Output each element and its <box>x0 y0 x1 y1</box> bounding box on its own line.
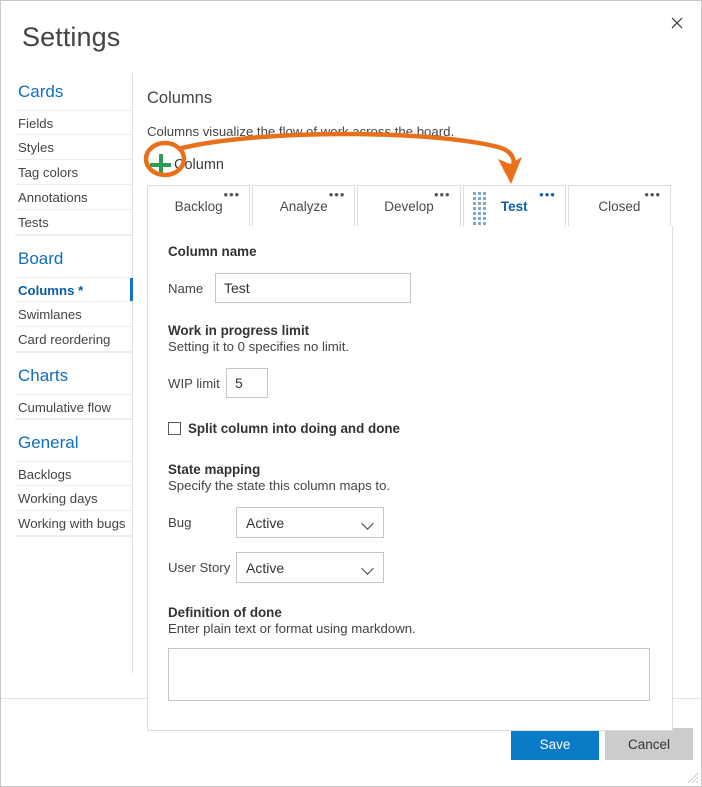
sidebar-group-title: Cards <box>18 82 64 101</box>
close-glyph <box>671 17 683 29</box>
column-tab-develop[interactable]: Develop ••• <box>357 185 461 227</box>
user-story-state-row: User Story Active <box>168 552 652 583</box>
sidebar-item-card-reordering[interactable]: Card reordering <box>15 327 132 352</box>
sidebar-item-working-days[interactable]: Working days <box>15 486 132 511</box>
bug-label: Bug <box>168 515 192 530</box>
wip-limit-subtext: Setting it to 0 specifies no limit. <box>168 339 350 354</box>
column-tab-label: Closed <box>598 198 641 214</box>
column-tab-backlog[interactable]: Backlog ••• <box>147 185 251 227</box>
sidebar-group: Board Columns * Swimlanes Card reordering <box>15 236 133 353</box>
user-story-label: User Story <box>168 560 231 575</box>
column-tab-overflow-menu-icon[interactable]: ••• <box>434 188 451 201</box>
column-settings-panel: Column name Name Work in progress limit … <box>147 226 673 731</box>
dialog-header: Settings <box>1 1 701 71</box>
sidebar-group-title: Charts <box>18 366 69 385</box>
column-tab-overflow-menu-icon[interactable]: ••• <box>224 188 241 201</box>
sidebar-item-styles[interactable]: Styles <box>15 135 132 160</box>
sidebar-item-swimlanes[interactable]: Swimlanes <box>15 302 132 327</box>
column-tab-overflow-menu-icon[interactable]: ••• <box>644 188 661 201</box>
section-description: Columns visualize the flow of work acros… <box>147 124 455 139</box>
settings-sidebar: Cards Fields Styles Tag colors Annotations Te… <box>15 73 133 673</box>
column-tab-label: Analyze <box>279 198 328 214</box>
split-column-checkbox-row[interactable]: Split column into doing and done <box>168 421 652 436</box>
section-title: Columns <box>147 89 213 107</box>
page-title: Settings <box>22 22 121 52</box>
column-name-heading: Column name <box>168 244 257 259</box>
save-button[interactable]: Save <box>511 728 599 760</box>
column-tabs: Backlog ••• Analyze ••• Develop ••• Test ••• Clo… <box>147 185 673 227</box>
sidebar-item-backlogs[interactable]: Backlogs <box>15 461 132 486</box>
definition-of-done-subtext: Enter plain text or format using markdow… <box>168 621 416 636</box>
sidebar-group-title: General <box>18 433 79 452</box>
sidebar-item-tests[interactable]: Tests <box>15 210 132 235</box>
column-tab-label: Test <box>500 198 528 214</box>
state-mapping-heading: State mapping <box>168 462 261 477</box>
cancel-button[interactable]: Cancel <box>605 728 693 760</box>
sidebar-item-annotations[interactable]: Annotations <box>15 185 132 210</box>
chevron-down-icon <box>361 517 374 530</box>
add-column-button[interactable]: Column <box>147 152 257 178</box>
wip-limit-label: WIP limit <box>168 375 220 391</box>
name-label: Name <box>168 280 204 296</box>
bug-state-value: Active <box>246 514 285 531</box>
column-tab-overflow-menu-icon[interactable]: ••• <box>539 188 556 201</box>
close-icon[interactable] <box>657 7 697 39</box>
column-tab-label: Backlog <box>174 198 223 214</box>
sidebar-group-title: Board <box>18 249 64 268</box>
sidebar-item-tag-colors[interactable]: Tag colors <box>15 160 132 185</box>
sidebar-item-columns[interactable]: Columns * <box>15 277 133 302</box>
definition-of-done-heading: Definition of done <box>168 605 282 620</box>
sidebar-item-fields[interactable]: Fields <box>15 110 132 135</box>
name-field-row: Name <box>168 273 652 303</box>
sidebar-item-cumulative-flow[interactable]: Cumulative flow <box>15 394 132 419</box>
user-story-state-value: Active <box>246 559 285 576</box>
settings-dialog: Settings Cards Fields Styles Tag colors Anno… <box>0 0 702 787</box>
column-tab-label: Develop <box>384 198 434 214</box>
column-name-input[interactable] <box>215 273 411 303</box>
column-tab-overflow-menu-icon[interactable]: ••• <box>329 188 346 201</box>
column-tab-closed[interactable]: Closed ••• <box>567 185 672 227</box>
sidebar-item-working-with-bugs[interactable]: Working with bugs <box>15 511 132 536</box>
user-story-state-select[interactable]: Active <box>236 552 384 583</box>
bug-state-select[interactable]: Active <box>236 507 384 538</box>
state-mapping-subtext: Specify the state this column maps to. <box>168 478 391 493</box>
column-tab-analyze[interactable]: Analyze ••• <box>252 185 356 227</box>
split-column-checkbox[interactable] <box>168 422 181 435</box>
column-tab-test[interactable]: Test ••• <box>462 185 566 227</box>
main-content: Columns Columns visualize the flow of wo… <box>147 73 673 731</box>
wip-limit-heading: Work in progress limit <box>168 323 310 338</box>
wip-limit-input[interactable] <box>226 368 268 398</box>
sidebar-group: Cards Fields Styles Tag colors Annotations Te… <box>15 73 132 236</box>
drag-handle-icon[interactable] <box>472 192 486 225</box>
sidebar-group: General Backlogs Working days Working with … <box>15 420 132 537</box>
bug-state-row: Bug Active <box>168 507 652 538</box>
chevron-down-icon <box>361 562 374 575</box>
wip-field-row: WIP limit <box>168 368 652 398</box>
split-column-label: Split column into doing and done <box>188 421 400 436</box>
resize-grip-icon[interactable] <box>687 772 699 784</box>
sidebar-group: Charts Cumulative flow <box>15 353 132 420</box>
add-column-label: Column <box>174 157 224 173</box>
definition-of-done-textarea[interactable] <box>168 648 650 701</box>
plus-icon <box>150 154 172 176</box>
